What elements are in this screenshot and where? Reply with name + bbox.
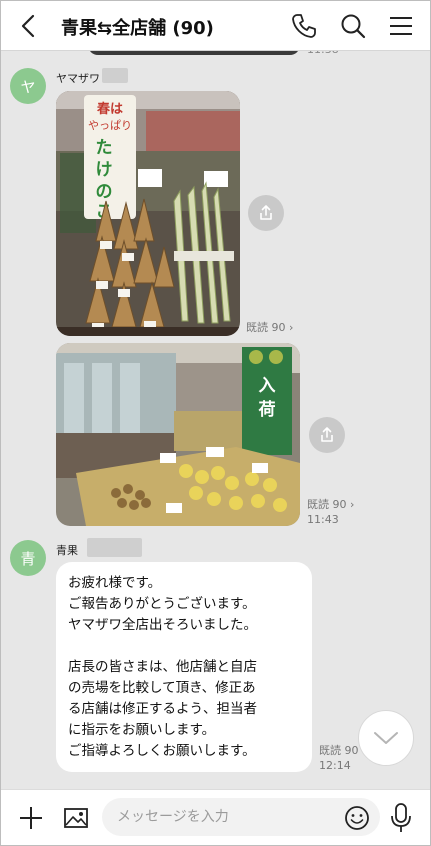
- svg-text:の: の: [96, 182, 113, 202]
- read-receipt[interactable]: 既読 90 ›: [307, 498, 354, 512]
- message-line: ご指導よろしくお願いします。: [68, 743, 256, 759]
- svg-text:やっぱり: やっぱり: [88, 119, 132, 132]
- avatar[interactable]: 青: [10, 540, 46, 576]
- share-icon: [260, 205, 272, 220]
- bamboo-shoot-display-image: 春は やっぱり た け の こ: [56, 91, 240, 336]
- message-line: 店長の皆さまは、他店舗と自店: [68, 659, 257, 675]
- sender-name: ヤマザワ: [56, 72, 100, 85]
- kiwi-display-image: 入 荷: [56, 343, 300, 526]
- message-line: に指示をお願いします。: [68, 722, 216, 738]
- message-line: ご報告ありがとうございます。: [68, 596, 256, 612]
- photo-bamboo-shoots[interactable]: 春は やっぱり た け の こ: [56, 91, 240, 336]
- svg-text:荷: 荷: [259, 399, 276, 420]
- chat-header: 青果⇆全店舗 (90): [1, 1, 430, 51]
- phone-icon[interactable]: [290, 12, 318, 40]
- photo-kiwi-display[interactable]: 入 荷: [56, 343, 300, 526]
- sender-name: 青果: [56, 544, 78, 557]
- sender-name-redacted: [87, 538, 142, 557]
- chevron-down-icon: [374, 732, 398, 744]
- scroll-to-bottom-button[interactable]: [358, 710, 414, 766]
- microphone-icon[interactable]: [389, 802, 413, 834]
- share-button[interactable]: [309, 417, 345, 453]
- image-icon[interactable]: [62, 804, 90, 832]
- message-line: る店舗は修正するよう、担当者: [68, 701, 257, 717]
- chevron-left-icon[interactable]: [15, 12, 43, 40]
- share-icon: [321, 427, 333, 442]
- chat-title: 青果⇆全店舗 (90): [61, 18, 214, 39]
- svg-text:入: 入: [259, 376, 276, 396]
- message-input[interactable]: [102, 798, 380, 836]
- share-button[interactable]: [248, 195, 284, 231]
- message-bubble[interactable]: お疲れ様です。 ご報告ありがとうございます。 ヤマザワ全店出そろいました。 店長…: [56, 562, 312, 772]
- chat-screen: 11:38 青果⇆全店舗 (90) ヤ ヤマザワ: [0, 0, 431, 846]
- message-line: の売場を比較して頂き、修正あ: [68, 680, 256, 696]
- message-line-empty: [68, 636, 300, 657]
- svg-text:け: け: [96, 160, 113, 180]
- message-line: ヤマザワ全店出そろいました。: [68, 617, 257, 633]
- search-icon[interactable]: [339, 12, 367, 40]
- avatar[interactable]: ヤ: [10, 68, 46, 104]
- svg-text:た: た: [96, 138, 113, 158]
- message-line: お疲れ様です。: [68, 575, 162, 591]
- read-receipt[interactable]: 既読 90: [319, 744, 359, 758]
- message-timestamp: 12:14: [319, 759, 351, 772]
- emoji-icon[interactable]: [344, 805, 370, 831]
- read-receipt[interactable]: 既読 90 ›: [246, 321, 293, 335]
- message-composer: [1, 789, 430, 845]
- sender-name-redacted: [102, 68, 128, 83]
- plus-icon[interactable]: [17, 804, 45, 832]
- svg-text:春は: 春は: [96, 101, 123, 117]
- menu-icon[interactable]: [387, 12, 415, 40]
- message-timestamp: 11:43: [307, 513, 339, 526]
